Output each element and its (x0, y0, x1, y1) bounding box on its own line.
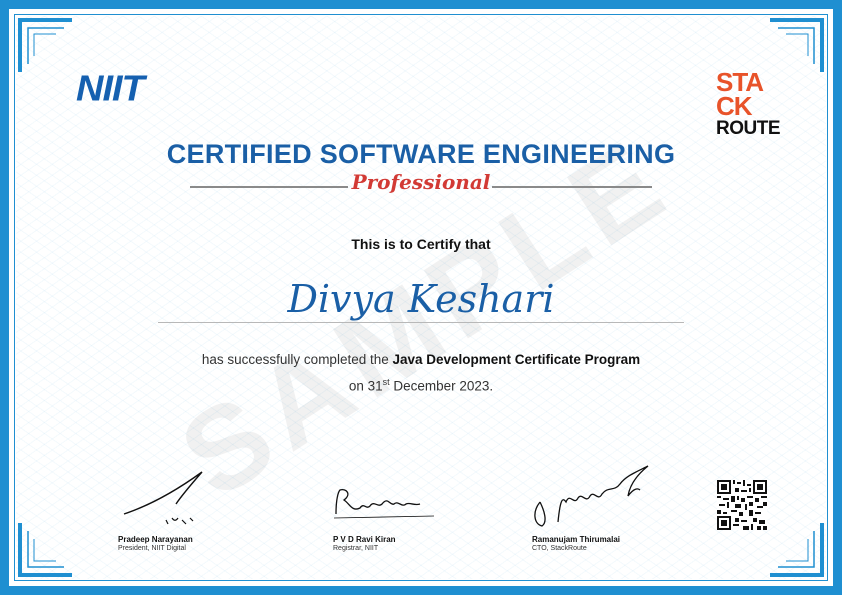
corner-ornament-top-left (18, 18, 72, 72)
completion-date: on 31st December 2023. (0, 377, 842, 394)
completion-prefix: has successfully completed the (201, 352, 393, 367)
date-prefix: on 31 (348, 378, 383, 394)
signature-1 (123, 471, 203, 525)
corner-ornament-bottom-right (770, 523, 824, 577)
signatory-2-role: Registrar, NIIT (333, 545, 379, 552)
stackroute-logo-line3: ROUTE (716, 118, 781, 139)
stackroute-logo: STA CK ROUTE (716, 69, 781, 140)
signatory-1-name: Pradeep Narayanan (118, 535, 193, 544)
signatory-2-name: P V D Ravi Kiran (333, 535, 396, 544)
certificate-page: SAMPLE NIIT STA CK ROUTE CERTIFIED SOFTW… (0, 0, 842, 595)
signature-3 (534, 465, 649, 527)
recipient-name: Divya Keshari (287, 277, 555, 321)
stackroute-logo-line2: CK (716, 91, 753, 121)
corner-ornament-bottom-left (18, 523, 72, 577)
certify-text: This is to Certify that (351, 236, 491, 252)
signatory-3-name: Ramanujam Thirumalai (532, 535, 621, 544)
qr-code-icon (717, 480, 767, 530)
name-underline (158, 322, 684, 323)
completion-statement: has successfully completed the Java Deve… (0, 352, 842, 367)
certificate-subtitle: Professional (351, 170, 491, 194)
niit-logo: NIIT (76, 69, 145, 109)
signatory-3-role: CTO, StackRoute (532, 545, 587, 552)
signature-2 (333, 488, 435, 519)
signatory-1-role: President, NIIT Digital (118, 545, 186, 552)
date-ordinal: st (382, 377, 390, 387)
date-rest: December 2023. (389, 378, 494, 394)
program-name: Java Development Certificate Program (392, 352, 641, 367)
corner-ornament-top-right (770, 18, 824, 72)
certificate-title: CERTIFIED SOFTWARE ENGINEERING (166, 139, 676, 169)
